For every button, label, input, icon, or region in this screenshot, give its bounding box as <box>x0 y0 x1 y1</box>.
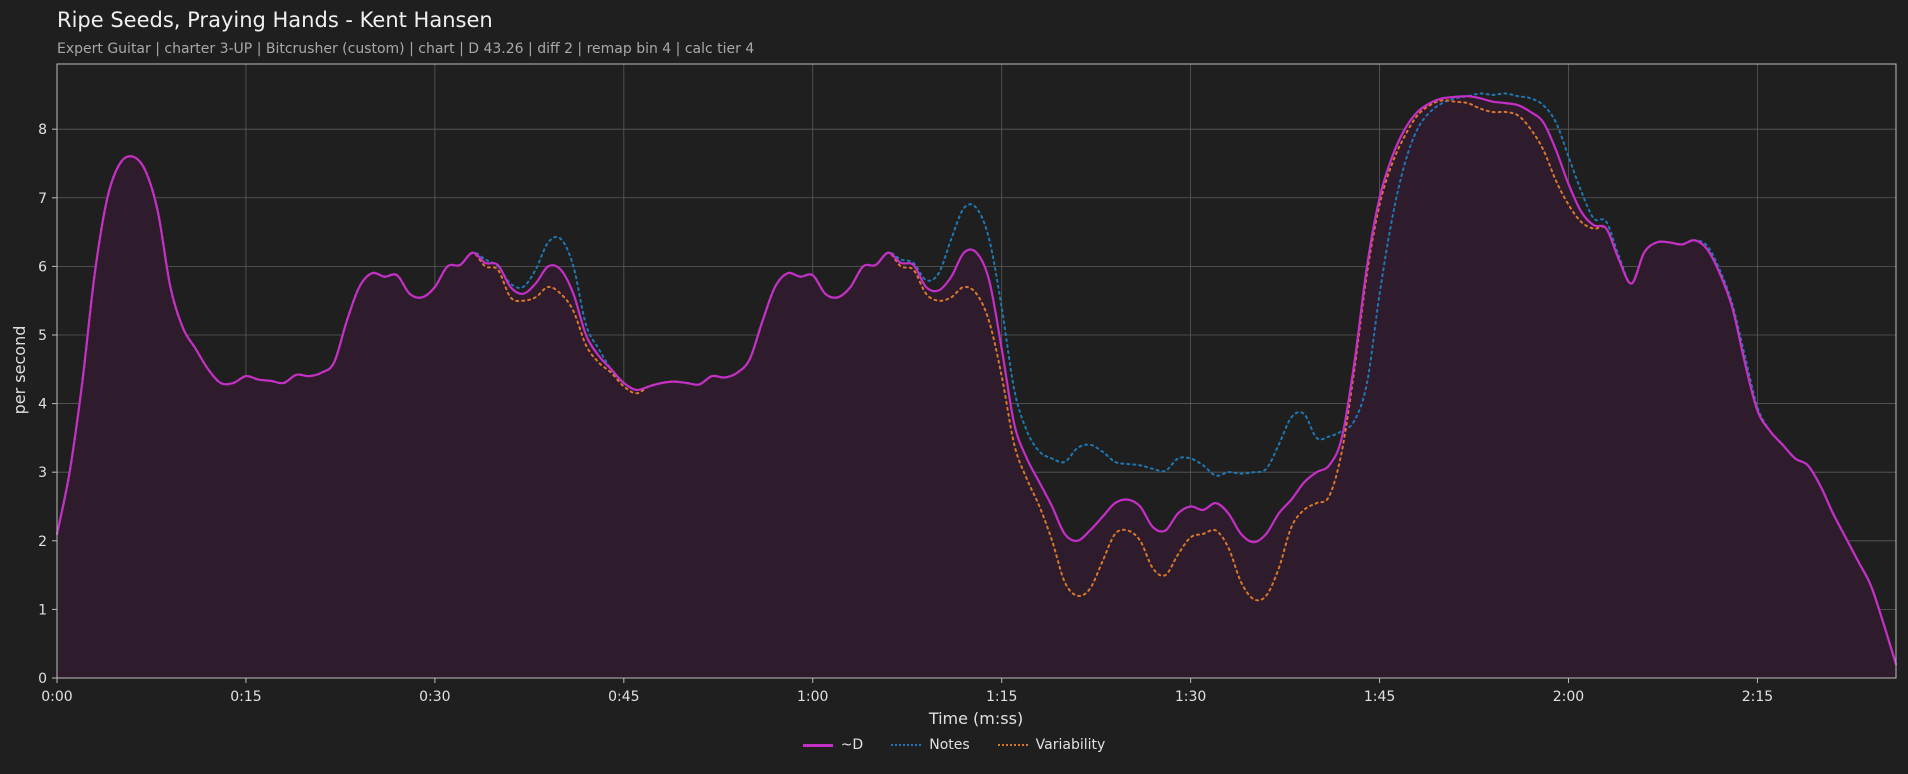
legend-label-variability: Variability <box>1035 737 1106 753</box>
legend-swatch-notes <box>891 744 922 746</box>
x-tick-label-1: 0:15 <box>230 689 261 705</box>
chart-canvas: 0:00 0:15 0:30 0:45 1:00 1:15 1:30 1:45 2:00 2:15… <box>10 63 1898 728</box>
x-tick-label-5: 1:15 <box>986 689 1017 705</box>
legend-item-d[interactable]: ~D <box>802 737 864 753</box>
y-tick-label-3: 3 <box>38 465 47 481</box>
y-tick-label-4: 4 <box>38 397 47 413</box>
x-axis-label: Time (m:ss) <box>928 709 1023 728</box>
y-tick-label-2: 2 <box>38 534 47 550</box>
y-tick-label-1: 1 <box>38 602 47 618</box>
y-tick-label-6: 6 <box>38 259 47 275</box>
x-tick-label-0: 0:00 <box>41 689 72 705</box>
y-tick-label-0: 0 <box>38 671 47 687</box>
x-tick-label-9: 2:15 <box>1742 689 1773 705</box>
y-tick-label-7: 7 <box>38 191 47 207</box>
x-tick-label-3: 0:45 <box>608 689 639 705</box>
legend-swatch-d <box>802 743 833 747</box>
x-tick-label-6: 1:30 <box>1175 689 1206 705</box>
legend-item-notes[interactable]: Notes <box>891 737 970 753</box>
x-tick-label-2: 0:30 <box>419 689 450 705</box>
x-tick-label-4: 1:00 <box>797 689 828 705</box>
y-tick-label-5: 5 <box>38 328 47 344</box>
y-axis-label: per second <box>10 326 29 415</box>
x-tick-label-8: 2:00 <box>1553 689 1584 705</box>
legend-label-d: ~D <box>840 737 864 753</box>
x-tick-label-7: 1:45 <box>1364 689 1395 705</box>
legend-swatch-variability <box>997 744 1028 746</box>
y-axis-ticks: 0 1 2 3 4 5 6 7 8 <box>38 122 57 687</box>
area-fill-d <box>57 96 1896 678</box>
x-axis-ticks: 0:00 0:15 0:30 0:45 1:00 1:15 1:30 1:45 2:00 2:15 <box>41 678 1773 705</box>
chart-legend: ~D Notes Variability <box>0 737 1908 753</box>
y-tick-label-8: 8 <box>38 122 47 138</box>
legend-label-notes: Notes <box>929 737 970 753</box>
area-fill-group <box>57 96 1896 678</box>
legend-item-variability[interactable]: Variability <box>997 737 1106 753</box>
